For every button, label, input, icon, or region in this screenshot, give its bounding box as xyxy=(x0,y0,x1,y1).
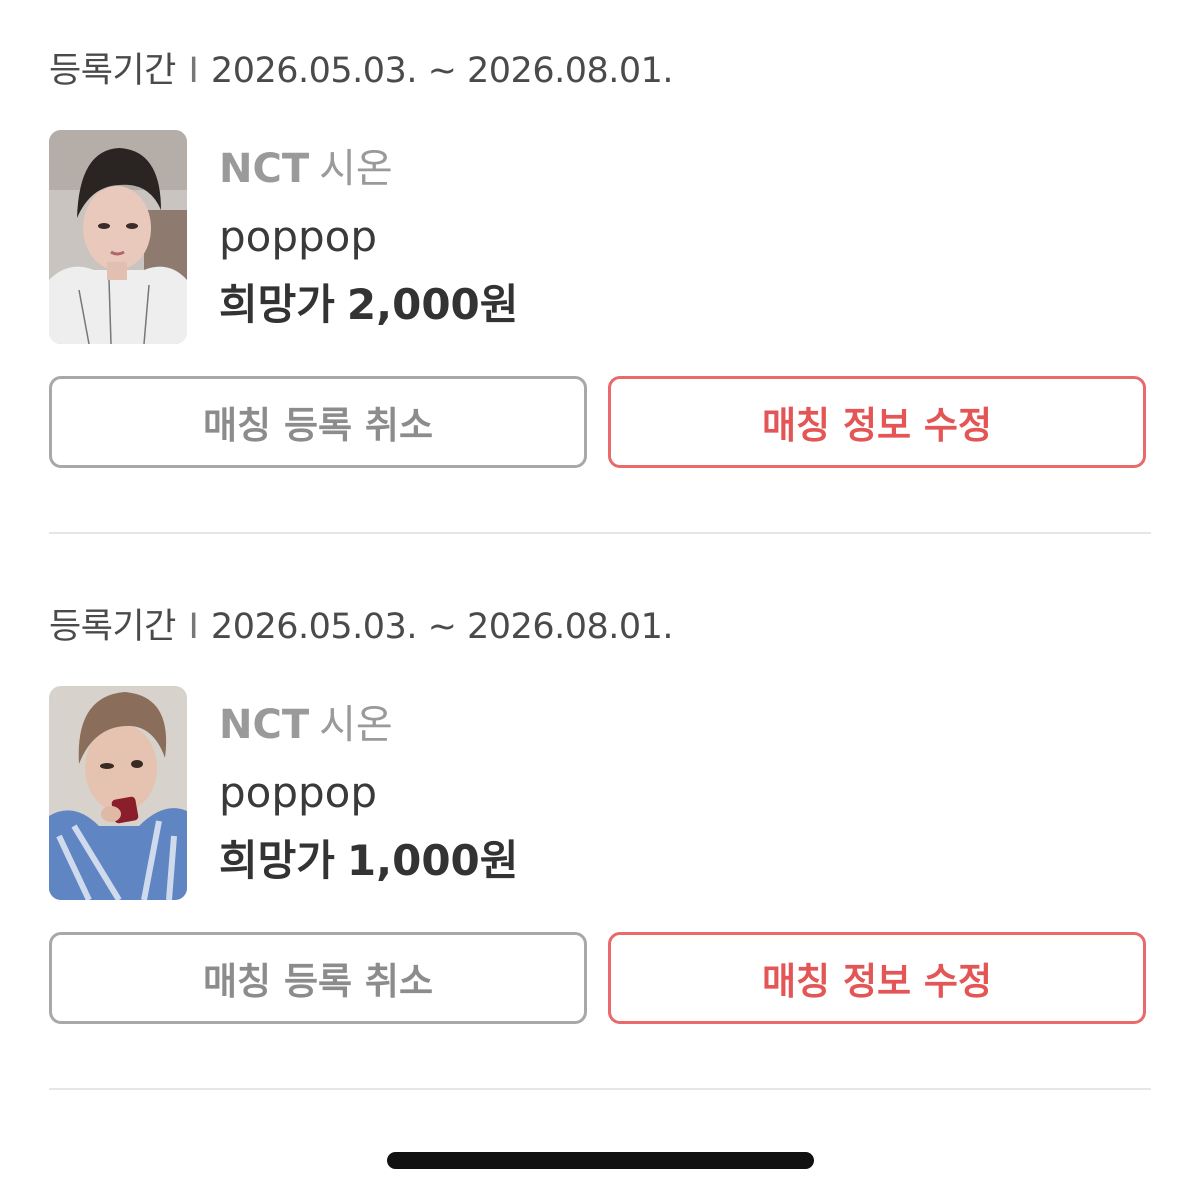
group-name: NCT xyxy=(219,702,310,748)
period-range: 2026.05.03. ~ 2026.08.01. xyxy=(210,51,674,91)
photocard-image xyxy=(49,130,187,344)
period-label: 등록기간 xyxy=(49,607,176,647)
artist-line: NCT 시온 xyxy=(219,140,518,198)
desired-price: 희망가 2,000원 xyxy=(219,276,518,334)
desired-price: 희망가 1,000원 xyxy=(219,832,518,890)
cancel-matching-button[interactable]: 매칭 등록 취소 xyxy=(49,376,587,468)
cancel-matching-button[interactable]: 매칭 등록 취소 xyxy=(49,932,587,1024)
artist-line: NCT 시온 xyxy=(219,696,518,754)
member-name: 시온 xyxy=(319,702,393,748)
divider xyxy=(49,1088,1151,1090)
member-name: 시온 xyxy=(319,146,393,192)
price-amount: 1,000원 xyxy=(346,836,519,885)
registration-period: 등록기간 I 2026.05.03. ~ 2026.08.01. xyxy=(49,44,674,98)
edit-matching-button[interactable]: 매칭 정보 수정 xyxy=(608,376,1146,468)
registration-period: 등록기간 I 2026.05.03. ~ 2026.08.01. xyxy=(49,600,674,654)
photocard-image xyxy=(49,686,187,900)
group-name: NCT xyxy=(219,146,310,192)
listing-info: NCT 시온 poppop 희망가 1,000원 xyxy=(219,696,518,890)
divider xyxy=(49,532,1151,534)
period-range: 2026.05.03. ~ 2026.08.01. xyxy=(210,607,674,647)
photocard-thumbnail[interactable] xyxy=(49,130,187,344)
price-label: 희망가 xyxy=(219,280,335,329)
period-separator: I xyxy=(188,607,199,647)
edit-matching-button[interactable]: 매칭 정보 수정 xyxy=(608,932,1146,1024)
home-indicator[interactable] xyxy=(387,1152,814,1169)
photocard-thumbnail[interactable] xyxy=(49,686,187,900)
price-label: 희망가 xyxy=(219,836,335,885)
period-label: 등록기간 xyxy=(49,51,176,91)
listing-info: NCT 시온 poppop 희망가 2,000원 xyxy=(219,140,518,334)
price-amount: 2,000원 xyxy=(346,280,519,329)
seller-name: poppop xyxy=(219,768,378,817)
period-separator: I xyxy=(188,51,199,91)
seller-name: poppop xyxy=(219,212,378,261)
